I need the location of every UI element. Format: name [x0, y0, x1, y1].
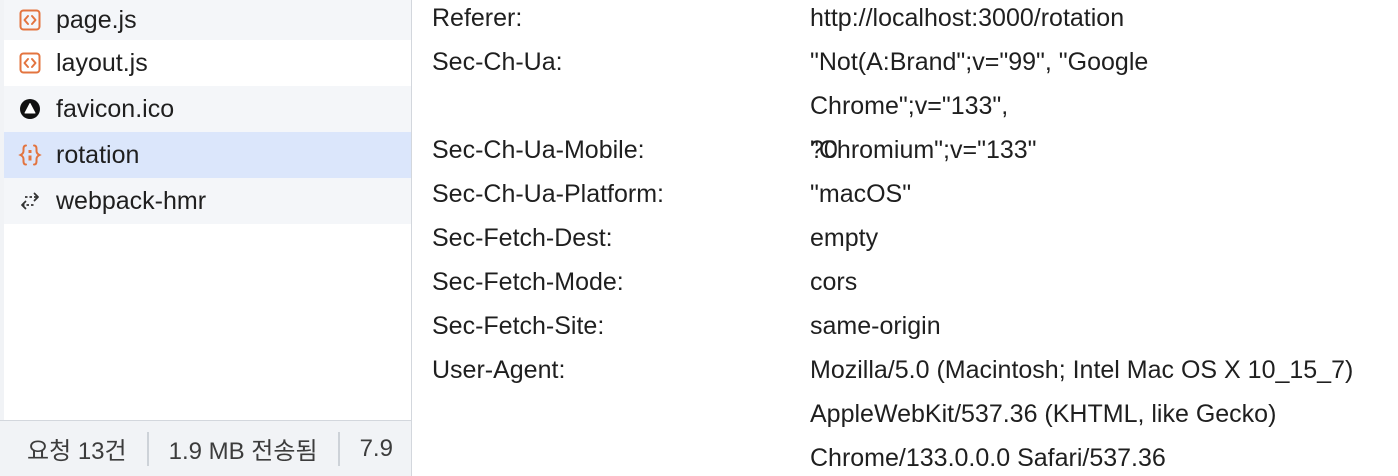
request-list-pane: page.js layout.js favicon.ico rotation w…	[0, 0, 412, 476]
script-icon	[18, 51, 42, 75]
request-name: layout.js	[56, 48, 148, 77]
request-list: page.js layout.js favicon.ico rotation w…	[4, 0, 411, 224]
request-item-webpack-hmr[interactable]: webpack-hmr	[4, 178, 411, 224]
request-count: 요청 13건	[0, 431, 149, 466]
header-name: Sec-Ch-Ua-Platform:	[432, 180, 664, 208]
header-name: User-Agent:	[432, 356, 566, 384]
favicon-icon	[18, 97, 42, 121]
request-item-layout-js[interactable]: layout.js	[4, 40, 411, 86]
header-name: Sec-Fetch-Site:	[432, 312, 605, 340]
header-value: cors	[810, 268, 858, 296]
header-value: ?0	[810, 136, 838, 164]
network-summary-bar: 요청 13건 1.9 MB 전송됨 7.9	[0, 420, 411, 476]
request-name: rotation	[56, 140, 140, 169]
header-name: Sec-Fetch-Mode:	[432, 268, 624, 296]
websocket-icon	[18, 189, 42, 213]
header-value: Mozilla/5.0 (Macintosh; Intel Mac OS X 1…	[810, 356, 1354, 472]
header-name: Sec-Ch-Ua:	[432, 48, 563, 76]
request-item-favicon[interactable]: favicon.ico	[4, 86, 411, 132]
transferred-size: 1.9 MB 전송됨	[149, 431, 340, 466]
request-item-rotation[interactable]: rotation	[4, 132, 411, 178]
resources-size: 7.9	[359, 434, 393, 462]
header-value: same-origin	[810, 312, 941, 340]
header-name: Referer:	[432, 4, 523, 32]
request-list-empty-area	[4, 224, 411, 420]
request-name: favicon.ico	[56, 94, 175, 123]
request-headers-pane: Referer: http://localhost:3000/rotation …	[413, 0, 1398, 476]
script-icon	[18, 8, 42, 32]
header-value: empty	[810, 224, 879, 252]
devtools-network-panel: page.js layout.js favicon.ico rotation w…	[0, 0, 1398, 476]
request-name: page.js	[56, 5, 137, 34]
fetch-json-icon	[18, 143, 42, 167]
header-name: Sec-Ch-Ua-Mobile:	[432, 136, 645, 164]
header-name: Sec-Fetch-Dest:	[432, 224, 613, 252]
request-name: webpack-hmr	[56, 186, 207, 215]
header-value: http://localhost:3000/rotation	[810, 4, 1125, 32]
header-value: "macOS"	[810, 180, 912, 208]
request-item-page-js[interactable]: page.js	[4, 0, 411, 40]
